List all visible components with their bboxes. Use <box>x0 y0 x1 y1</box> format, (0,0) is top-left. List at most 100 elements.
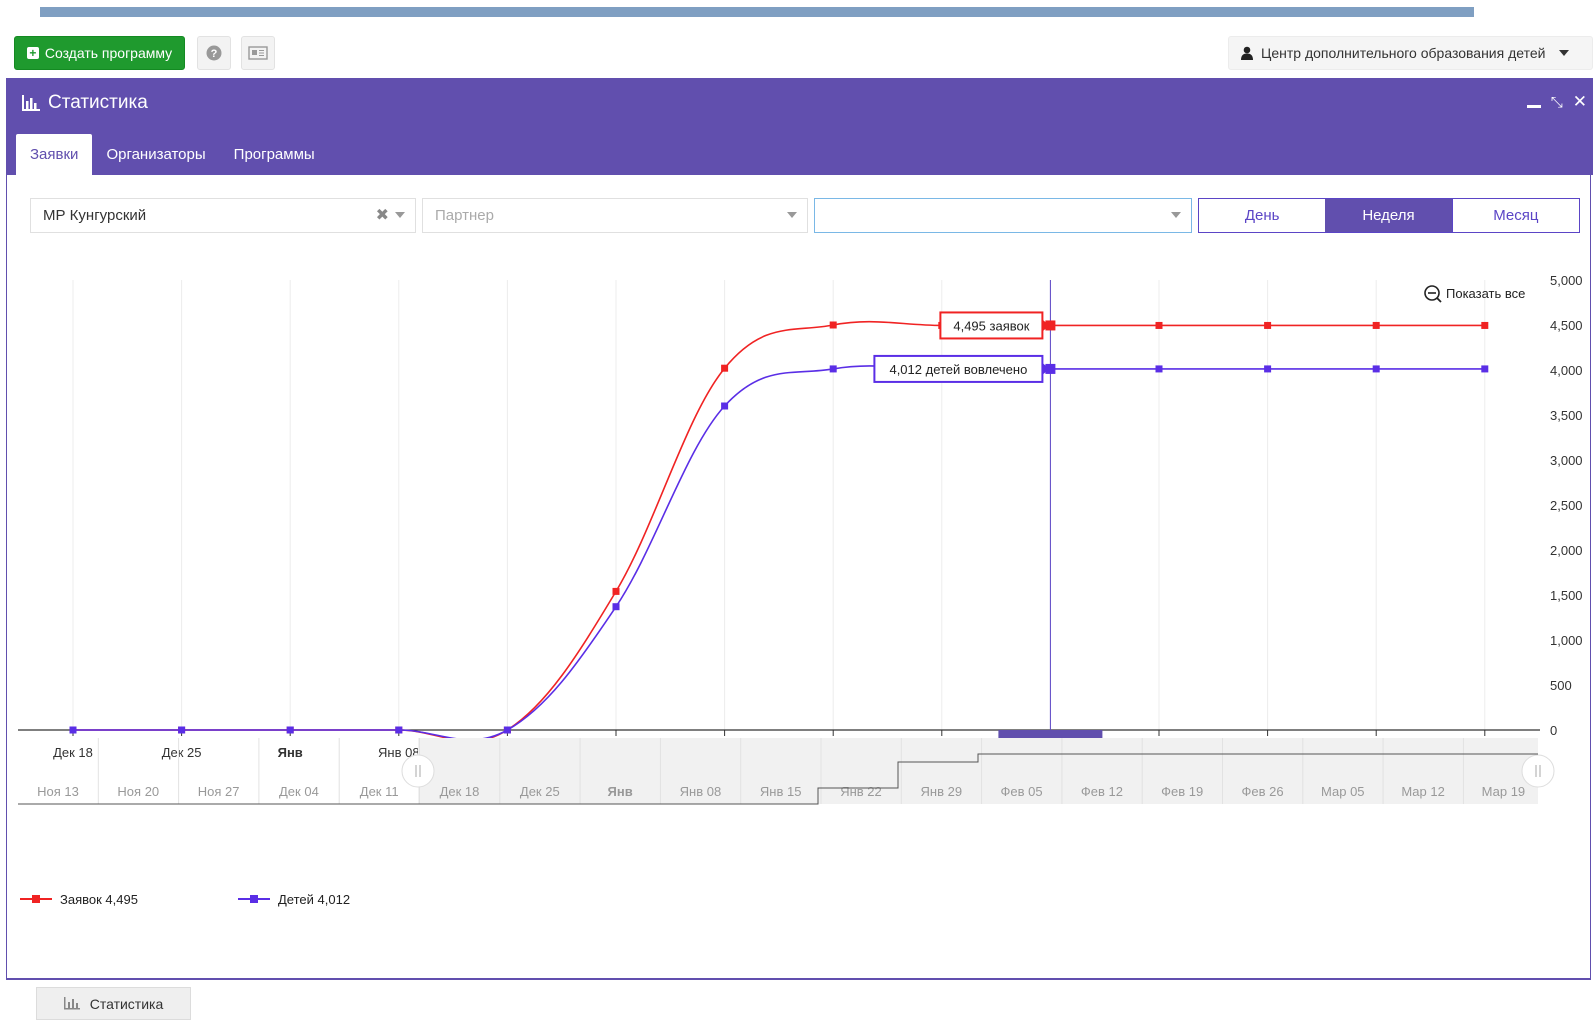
progress-bar <box>40 7 1474 17</box>
navigator-tick-label: Янв 29 <box>921 784 963 799</box>
organization-select[interactable]: Центр дополнительного образования детей <box>1228 36 1593 70</box>
series-point <box>1264 321 1272 329</box>
y-tick-label: 2,500 <box>1550 498 1583 513</box>
region-select[interactable]: МР Кунгурский ✖ <box>30 198 416 233</box>
legend-item[interactable]: Детей 4,012 <box>278 892 350 907</box>
panel-title-text: Статистика <box>48 92 148 113</box>
navigator-tick-label: Фев 05 <box>1001 784 1043 799</box>
tabs: Заявки Организаторы Программы <box>16 134 329 175</box>
clear-icon[interactable]: ✖ <box>376 205 389 225</box>
partner-select[interactable]: Партнер <box>422 198 808 233</box>
series-point <box>1372 321 1380 329</box>
y-tick-label: 0 <box>1550 723 1557 738</box>
tab-requests[interactable]: Заявки <box>16 134 93 175</box>
region-value: МР Кунгурский <box>43 207 147 224</box>
series-point <box>1264 365 1272 373</box>
series-point <box>1481 365 1489 373</box>
period-week-button[interactable]: Неделя <box>1325 199 1452 232</box>
organization-name: Центр дополнительного образования детей <box>1261 45 1546 61</box>
navigator-tick-label: Янв 08 <box>680 784 722 799</box>
navigator-tick-label: Мар 12 <box>1401 784 1445 799</box>
series-point <box>721 364 729 372</box>
tooltip-label: 4,012 детей вовлечено <box>889 362 1027 377</box>
navigator-tick-label: Ноя 20 <box>117 784 159 799</box>
navigator-selected-range <box>418 738 1538 804</box>
tooltip-label: 4,495 заявок <box>953 318 1029 333</box>
series-point <box>829 321 837 329</box>
minimize-icon[interactable] <box>1526 104 1541 108</box>
line-chart: 0 500 1,000 1,500 2,000 2,500 3,000 3,500 4,000 4… <box>18 273 1583 907</box>
navigator-tick-label: Фев 19 <box>1161 784 1203 799</box>
show-all-button[interactable]: Показать все <box>1446 286 1525 301</box>
series-point <box>1155 365 1163 373</box>
navigator-handle-right[interactable] <box>1521 754 1555 788</box>
x-tick-label: Дек 25 <box>162 745 202 760</box>
tab-programs[interactable]: Программы <box>220 134 329 175</box>
user-icon <box>1241 46 1253 60</box>
help-button[interactable]: ? <box>197 36 231 70</box>
panel-title: Статистика <box>22 92 148 114</box>
navigator-tick-label: Фев 12 <box>1081 784 1123 799</box>
period-switch: День Неделя Месяц <box>1198 198 1580 233</box>
chevron-down-icon <box>1559 50 1570 56</box>
period-day-button[interactable]: День <box>1199 199 1326 232</box>
series-point <box>503 726 511 734</box>
navigator-tick-label: Дек 11 <box>360 784 399 799</box>
navigator-tick-label: Дек 18 <box>440 784 480 799</box>
series-point <box>69 726 77 734</box>
y-tick-label: 3,500 <box>1550 408 1583 423</box>
taskbar-statistics-button[interactable]: Статистика <box>36 987 191 1020</box>
series-line-1 <box>73 365 1485 741</box>
newspaper-icon <box>248 46 268 60</box>
series-point <box>721 402 729 410</box>
navigator-tick-label: Янв 22 <box>840 784 882 799</box>
news-button[interactable] <box>241 36 275 70</box>
legend-marker <box>250 895 258 903</box>
navigator-tick-label: Янв 15 <box>760 784 802 799</box>
navigator-tick-label: Ноя 27 <box>198 784 240 799</box>
taskbar-label: Статистика <box>89 995 164 1012</box>
plus-icon: + <box>26 47 39 59</box>
navigator-tick-label: Дек 25 <box>520 784 560 799</box>
x-tick-label: Дек 18 <box>53 745 93 760</box>
tab-organizers[interactable]: Организаторы <box>92 134 219 175</box>
create-program-label: Создать программу <box>44 45 173 61</box>
x-tick-label: Янв <box>278 745 303 760</box>
panel-controls: ⤡ ✕ <box>1526 92 1587 112</box>
bar-chart-icon <box>63 997 80 1010</box>
legend-marker <box>32 895 40 903</box>
period-month-button[interactable]: Месяц <box>1451 199 1579 232</box>
chevron-down-icon <box>1171 212 1181 218</box>
compress-icon[interactable]: ⤡ <box>1551 94 1563 111</box>
series-point <box>395 726 403 734</box>
y-tick-label: 1,000 <box>1550 633 1583 648</box>
y-tick-label: 500 <box>1550 678 1572 693</box>
series-point <box>1481 321 1489 329</box>
navigator-handle-left[interactable] <box>401 754 435 788</box>
navigator-tick-label: Фев 26 <box>1241 784 1283 799</box>
y-tick-label: 4,500 <box>1550 318 1583 333</box>
date-range-select[interactable] <box>814 198 1192 233</box>
help-icon: ? <box>206 45 222 61</box>
y-tick-label: 3,000 <box>1550 453 1583 468</box>
y-tick-label: 1,500 <box>1550 588 1583 603</box>
navigator-tick-label: Дек 04 <box>279 784 319 799</box>
chevron-down-icon <box>787 212 797 218</box>
y-tick-label: 2,000 <box>1550 543 1583 558</box>
series-point <box>612 587 620 595</box>
series-point <box>1155 321 1163 329</box>
create-program-button[interactable]: + Создать программу <box>14 36 185 70</box>
navigator-tick-label: Мар 19 <box>1482 784 1526 799</box>
close-icon[interactable]: ✕ <box>1573 92 1587 112</box>
y-tick-label: 4,000 <box>1550 363 1583 378</box>
legend-item[interactable]: Заявок 4,495 <box>60 892 138 907</box>
series-line-0 <box>73 320 1485 742</box>
series-point <box>178 726 186 734</box>
navigator-tick-label: Мар 05 <box>1321 784 1365 799</box>
chevron-down-icon <box>395 212 405 218</box>
series-point <box>1372 365 1380 373</box>
partner-placeholder: Партнер <box>435 207 494 224</box>
svg-text:?: ? <box>211 48 218 60</box>
bar-chart-icon <box>22 95 40 111</box>
zoom-out-icon-handle <box>1436 297 1442 303</box>
